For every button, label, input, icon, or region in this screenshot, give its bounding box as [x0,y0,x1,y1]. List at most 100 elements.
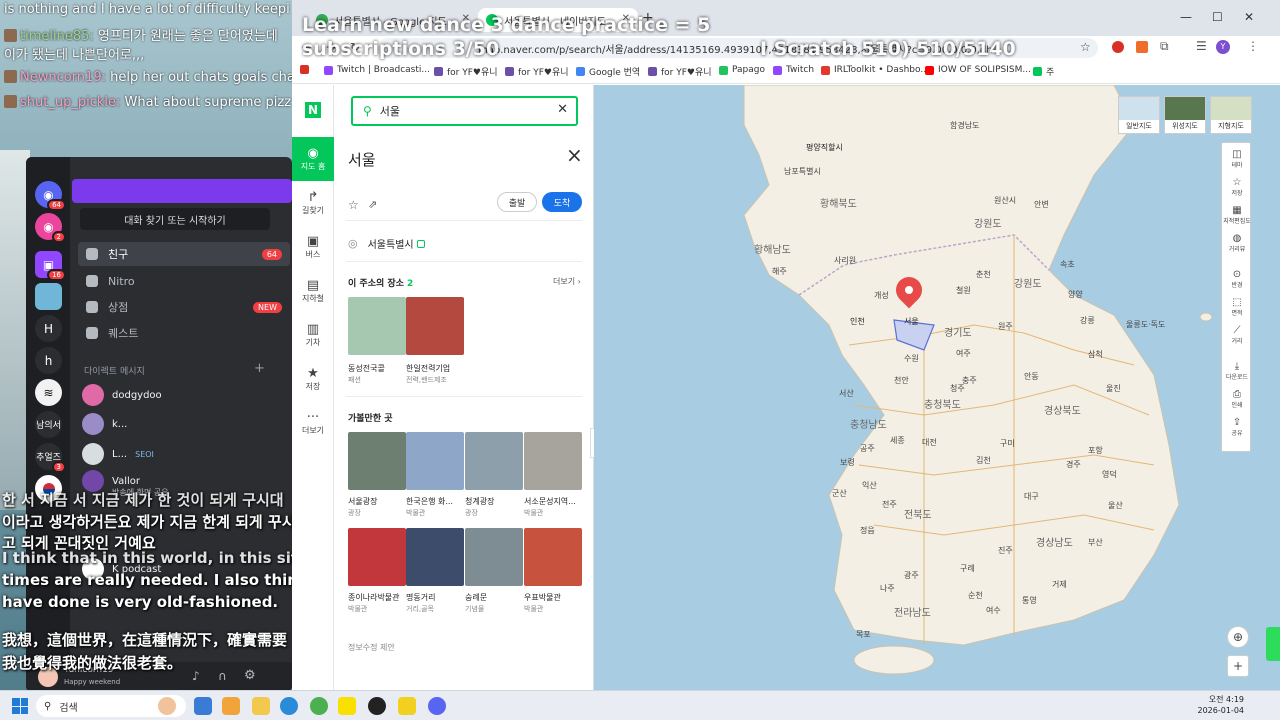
sidebar-icon[interactable]: ☰ [1196,39,1207,53]
spot-thumbnail[interactable] [348,528,406,586]
nav-nitro[interactable]: Nitro [78,269,290,293]
nav-map-home[interactable]: ◉ 지도 홈 [292,137,334,181]
bookmark-item[interactable]: Twitch | Broadcasti... [324,65,430,75]
spot-thumbnail[interactable] [465,432,523,490]
suggest-edit-link[interactable]: 정보수정 제안 [348,642,395,653]
tool-distance[interactable]: ⟋ 거리 [1222,321,1252,349]
bookmark-item[interactable]: for YF♥유니 [434,65,498,78]
tool-share[interactable]: ⇪ 공유 [1222,413,1252,441]
nav-directions[interactable]: ↱ 길찾기 [292,181,334,225]
tool-radius[interactable]: ⊙ 반경 [1222,265,1252,293]
mic-icon[interactable]: ♪ [192,669,200,683]
bookmark-item[interactable]: 주 [1033,65,1054,78]
map-canvas[interactable]: 평양직할시 남포특별시 황해북도 황해남도 강원도 함경남도 원산시 안변 해주… [594,85,1280,690]
spot-thumbnail[interactable] [406,432,464,490]
server-icon[interactable]: H [35,315,62,342]
app-icon[interactable] [398,697,416,715]
kakaotalk-icon[interactable] [338,697,356,715]
place-thumbnail[interactable] [406,297,464,355]
nav-saved[interactable]: ★ 저장 [292,357,334,401]
spot-name[interactable]: 서울광장 [348,496,408,507]
server-icon[interactable]: 남의서 [35,411,62,438]
system-clock[interactable]: 오전 4:19 2026-01-04 [1196,694,1245,716]
bookmark-item[interactable]: for YF♥유니 [505,65,569,78]
save-star-icon[interactable]: ☆ [348,198,359,212]
chrome-icon[interactable] [310,697,328,715]
headphones-icon[interactable]: ∩ [218,669,227,683]
nav-quests[interactable]: 퀘스트 [78,321,290,345]
server-icon[interactable]: h [35,347,62,374]
bookmark-item[interactable]: Papago [719,65,765,75]
windows-start-icon[interactable] [12,698,28,714]
search-app-icon[interactable] [222,697,240,715]
spot-thumbnail[interactable] [524,528,582,586]
dm-item[interactable]: dodgydoo [82,383,162,407]
server-icon[interactable]: ◉ 2 [35,213,66,243]
nav-friends[interactable]: 친구 64 [78,242,290,266]
place-name[interactable]: 한일전력기업 [406,363,466,374]
map-type-normal[interactable]: 일반지도 [1118,96,1160,134]
extension-icon[interactable] [1136,41,1148,53]
tool-download[interactable]: ⤓ 다운로드 [1222,357,1252,385]
clear-icon[interactable]: ✕ [557,102,568,117]
map-type-satellite[interactable]: 위성지도 [1164,96,1206,134]
spot-name[interactable]: 서소문성지역... [524,496,584,507]
widget-avatar-icon[interactable] [158,697,176,715]
close-window-icon[interactable]: ✕ [1244,10,1254,24]
discord-icon[interactable] [428,697,446,715]
spot-thumbnail[interactable] [348,432,406,490]
discord-search-button[interactable]: 대화 찾기 또는 시작하기 [80,208,270,230]
minimize-icon[interactable]: — [1180,10,1192,24]
bookmark-item[interactable]: IOW OF SOLIPSISM... [925,65,1031,75]
spot-name[interactable]: 우표박물관 [524,592,584,603]
puzzle-icon[interactable]: ⧉ [1160,39,1169,54]
file-explorer-icon[interactable] [252,697,270,715]
spot-name[interactable]: 명동거리 [406,592,466,603]
dm-item[interactable]: L... SEOI [82,442,154,466]
naver-logo[interactable]: N [305,102,321,118]
spot-name[interactable]: 한국은행 화... [406,496,466,507]
server-icon[interactable]: ≋ [35,379,62,406]
menu-icon[interactable]: ⋮ [1247,39,1259,53]
copy-icon[interactable] [416,239,425,248]
share-icon[interactable]: ⇗ [368,198,377,211]
server-icon[interactable]: 추얼즈 3 [35,443,66,473]
more-link[interactable]: 더보기 › [553,276,581,287]
discord-home-icon[interactable]: ◉ 64 [35,181,66,211]
spot-thumbnail[interactable] [524,432,582,490]
dm-item[interactable]: k... [82,412,127,436]
twitch-server-icon[interactable]: ▣ 16 [35,251,66,281]
arrive-button[interactable]: 도착 [542,192,582,212]
bookmark-item[interactable]: for YF♥유니 [648,65,712,78]
nav-bus[interactable]: ▣ 버스 [292,225,334,269]
tool-area[interactable]: ⬚ 면적 [1222,293,1252,321]
spot-name[interactable]: 종이나라박물관 [348,592,408,603]
spot-thumbnail[interactable] [465,528,523,586]
add-dm-button[interactable]: + [254,361,265,376]
extension-icon[interactable] [1112,41,1124,53]
map-search-input[interactable]: ⚲ 서울 ✕ [351,96,578,126]
nav-train[interactable]: ▥ 기차 [292,313,334,357]
nav-more[interactable]: ··· 더보기 [292,401,334,445]
spot-name[interactable]: 청계광장 [465,496,525,507]
depart-button[interactable]: 출발 [497,192,537,212]
tool-theme[interactable]: ◫ 테마 [1222,145,1252,173]
copilot-icon[interactable] [194,697,212,715]
tool-cadastral[interactable]: ▦ 지적편집도 [1222,201,1252,229]
profile-avatar[interactable]: Y [1216,40,1230,54]
zoom-in-button[interactable]: + [1227,655,1249,677]
bookmark-item[interactable]: Twitch [773,65,814,75]
edge-icon[interactable] [280,697,298,715]
spot-name[interactable]: 숭례문 [465,592,525,603]
maximize-icon[interactable]: ☐ [1212,10,1223,24]
bookmark-star-icon[interactable]: ☆ [1080,40,1091,54]
place-thumbnail[interactable] [348,297,406,355]
place-name[interactable]: 동성전국콜 [348,363,408,374]
tool-streetview[interactable]: ◍ 거리뷰 [1222,229,1252,257]
map-type-terrain[interactable]: 지형지도 [1210,96,1252,134]
bookmark-item[interactable] [300,65,313,74]
obs-icon[interactable] [368,697,386,715]
gear-icon[interactable]: ⚙ [244,668,256,683]
spot-thumbnail[interactable] [406,528,464,586]
bookmark-item[interactable]: Google 번역 [576,65,640,78]
